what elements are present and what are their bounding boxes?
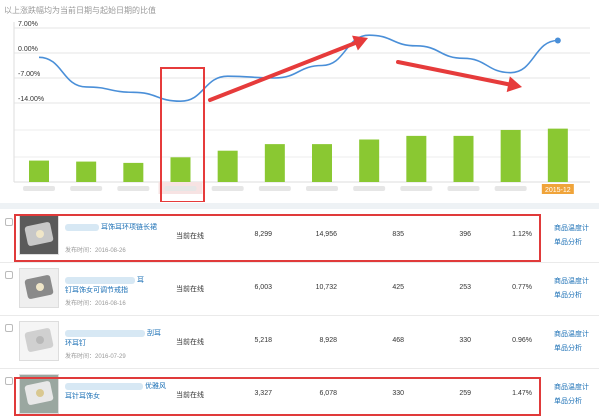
temperature-link[interactable]: 商品温度计 (554, 223, 589, 233)
x-label-blurred (70, 186, 103, 191)
line-end-point (554, 37, 561, 44)
trend-arrow-up-shaft (208, 41, 357, 102)
analysis-link[interactable]: 单品分析 (554, 290, 582, 300)
x-label-blurred (258, 186, 291, 191)
x-label-blurred (117, 186, 150, 191)
metric-4: 330 (459, 337, 471, 344)
bar (406, 135, 427, 182)
product-thumbnail[interactable] (19, 321, 59, 361)
x-label-blurred (353, 186, 386, 191)
publish-date: 发布时间：2016-07-29 (65, 354, 126, 360)
section-divider (0, 203, 599, 209)
product-thumbnail[interactable] (19, 268, 59, 308)
metric-3: 468 (392, 337, 404, 344)
product-row[interactable]: 刮耳 环耳钉 发布时间：2016-07-29 当前在线 5,218 8,928 4… (0, 316, 599, 369)
row-checkbox[interactable] (5, 324, 13, 332)
bar (453, 135, 474, 182)
metric-1: 5,218 (254, 337, 272, 344)
temperature-link[interactable]: 商品温度计 (554, 382, 589, 392)
metric-1: 6,003 (254, 284, 272, 291)
analysis-link[interactable]: 单品分析 (554, 396, 582, 406)
row-checkbox[interactable] (5, 377, 13, 385)
trend-chart: 以上涨跌幅均为当前日期与起始日期的比值 7.00% 0.00% -7.00% -14.… (0, 0, 599, 202)
x-label-blurred (306, 186, 338, 191)
analysis-link[interactable]: 单品分析 (554, 343, 582, 353)
conversion-rate: 0.77% (512, 284, 532, 291)
temperature-link[interactable]: 商品温度计 (554, 276, 589, 286)
conversion-rate: 0.96% (512, 337, 532, 344)
bar (359, 139, 380, 182)
x-label-blurred (211, 186, 244, 191)
x-label-blurred (400, 186, 433, 191)
publish-date: 发布时间：2016-08-16 (65, 301, 126, 307)
status-text: 当前在线 (176, 286, 204, 293)
bar (312, 144, 332, 182)
y-tick-label: 0.00% (18, 46, 38, 53)
product-title[interactable]: 耳钉耳饰女可调节戒指 (65, 276, 175, 296)
x-label-blurred (447, 186, 480, 191)
y-tick-label: -7.00% (18, 71, 40, 78)
bar (547, 128, 568, 182)
highlight-box-row-1 (14, 214, 541, 262)
x-label-blurred (23, 186, 55, 191)
bar (123, 162, 144, 182)
series-line (38, 34, 558, 103)
product-title[interactable]: 刮耳 环耳钉 (65, 329, 175, 349)
bar (217, 150, 238, 182)
bar (170, 157, 191, 182)
y-tick-label: -14.00% (18, 96, 44, 103)
analysis-link[interactable]: 单品分析 (554, 237, 582, 247)
bar (264, 144, 285, 182)
y-tick-label: 7.00% (18, 21, 38, 28)
metric-4: 253 (459, 284, 471, 291)
highlight-box-row-4 (14, 377, 541, 416)
trend-arrow-down-shaft (396, 60, 511, 87)
trend-arrow-down-head (506, 76, 522, 93)
x-label-blurred (494, 186, 527, 191)
x-tick-label: 2015-12 (545, 187, 571, 194)
temperature-link[interactable]: 商品温度计 (554, 329, 589, 339)
x-label-blurred (164, 186, 197, 191)
chart-svg: 7.00% 0.00% -7.00% -14.00% 2015-12 (13, 21, 590, 202)
metric-3: 425 (392, 284, 404, 291)
bar (29, 160, 49, 182)
bar (76, 161, 97, 182)
bar (500, 129, 521, 182)
metric-2: 8,928 (319, 337, 337, 344)
metric-2: 10,732 (315, 284, 337, 291)
row-checkbox[interactable] (5, 218, 13, 226)
row-checkbox[interactable] (5, 271, 13, 279)
status-text: 当前在线 (176, 339, 204, 346)
product-row[interactable]: 耳钉耳饰女可调节戒指 发布时间：2016-08-16 当前在线 6,003 10… (0, 263, 599, 316)
